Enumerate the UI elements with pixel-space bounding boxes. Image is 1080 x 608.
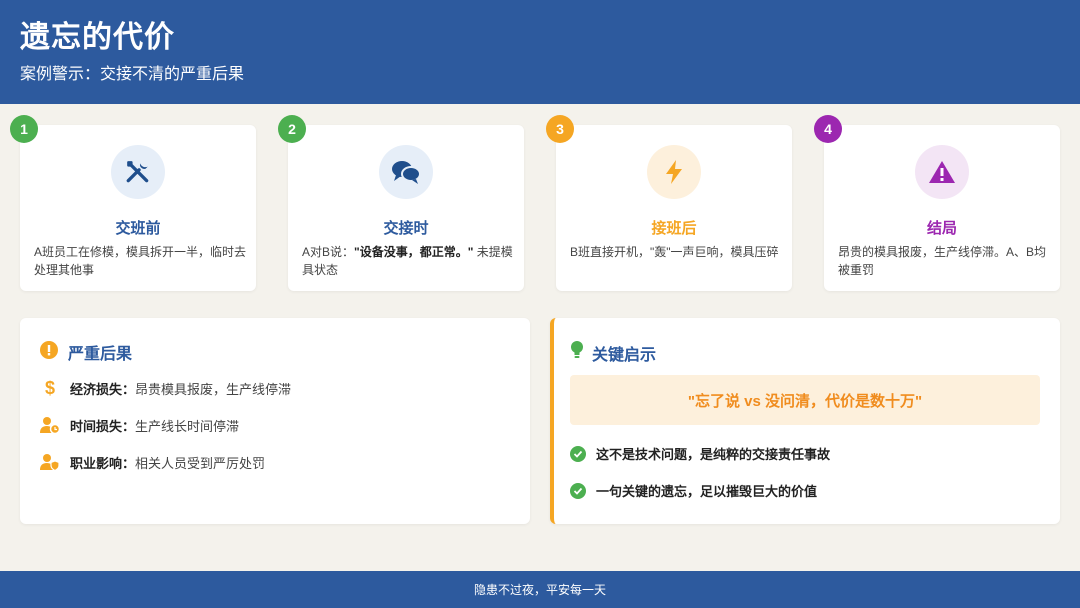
consequence-item: 时间损失： 生产线长时间停滞 bbox=[40, 415, 239, 435]
consequences-title: 严重后果 bbox=[68, 346, 133, 363]
consequences-panel: 严重后果 $ 经济损失： 昂贵模具报废，生产线停滞 时间损失： 生产线长时间停滞 bbox=[20, 318, 530, 524]
step-description: A班员工在修模，模具拆开一半，临时去处理其他事 bbox=[34, 245, 247, 277]
step-number-badge: 2 bbox=[278, 115, 306, 143]
desc-quote: "设备没事，都正常。" bbox=[354, 245, 474, 259]
consequences-header: 严重后果 bbox=[40, 340, 132, 364]
timeline-steps: 1 交班前 A班员工在修模，模具拆开一半，临时去处理其他事 2 交接时 A对B说… bbox=[10, 115, 1060, 291]
tools-icon bbox=[111, 145, 165, 199]
page-title: 遗忘的代价 bbox=[20, 21, 175, 54]
step-description: A对B说："设备没事，都正常。" 未提模具状态 bbox=[302, 243, 514, 279]
user-shield-icon bbox=[40, 452, 60, 472]
step-description: 昂贵的模具报废，生产线停滞。A、B均被重罚 bbox=[838, 245, 1047, 277]
exclamation-circle-icon bbox=[40, 340, 58, 364]
step-number-badge: 4 bbox=[814, 115, 842, 143]
step-title: 交接时 bbox=[383, 220, 429, 237]
insights-header: 关键启示 bbox=[570, 340, 656, 365]
consequence-item: 职业影响： 相关人员受到严厉处罚 bbox=[40, 452, 265, 472]
warning-icon bbox=[915, 145, 969, 199]
insight-text: 一句关键的遗忘，足以摧毁巨大的价值 bbox=[596, 484, 818, 499]
page-subtitle: 案例警示：交接不清的严重后果 bbox=[20, 66, 245, 83]
consequence-text: 生产线长时间停滞 bbox=[135, 418, 240, 434]
user-clock-icon bbox=[40, 415, 60, 435]
header-banner: 遗忘的代价 案例警示：交接不清的严重后果 bbox=[0, 0, 1080, 104]
consequence-label: 时间损失： bbox=[70, 418, 136, 434]
lightbulb-icon bbox=[570, 340, 584, 365]
insight-item: 一句关键的遗忘，足以摧毁巨大的价值 bbox=[570, 481, 817, 500]
consequence-label: 经济损失： bbox=[70, 381, 136, 397]
desc-text: A对B说： bbox=[302, 245, 355, 259]
step-card-1: 1 交班前 A班员工在修模，模具拆开一半，临时去处理其他事 bbox=[10, 115, 256, 291]
step-card-3: 3 接班后 B班直接开机，"轰"一声巨响，模具压碎 bbox=[546, 115, 792, 291]
step-number-badge: 1 bbox=[10, 115, 38, 143]
insight-item: 这不是技术问题，是纯粹的交接责任事故 bbox=[570, 444, 830, 463]
step-description: B班直接开机，"轰"一声巨响，模具压碎 bbox=[570, 245, 779, 259]
footer-slogan: 隐患不过夜，平安每一天 bbox=[473, 583, 606, 597]
chat-bubbles-icon bbox=[379, 145, 433, 199]
footer-banner: 隐患不过夜，平安每一天 bbox=[0, 571, 1080, 608]
lightning-icon bbox=[647, 145, 701, 199]
key-quote: "忘了说 vs 没问清，代价是数十万" bbox=[570, 375, 1040, 425]
insights-title: 关键启示 bbox=[592, 346, 657, 364]
insights-panel: 关键启示 "忘了说 vs 没问清，代价是数十万" 这不是技术问题，是纯粹的交接责… bbox=[550, 318, 1060, 524]
insight-text: 这不是技术问题，是纯粹的交接责任事故 bbox=[596, 447, 831, 462]
consequence-item: $ 经济损失： 昂贵模具报废，生产线停滞 bbox=[40, 378, 291, 398]
check-circle-icon bbox=[570, 482, 586, 499]
step-title: 交班前 bbox=[115, 220, 161, 237]
step-number-badge: 3 bbox=[546, 115, 574, 143]
step-title: 结局 bbox=[926, 220, 957, 237]
consequence-text: 昂贵模具报废，生产线停滞 bbox=[135, 381, 292, 397]
check-circle-icon bbox=[570, 445, 586, 462]
step-card-4: 4 结局 昂贵的模具报废，生产线停滞。A、B均被重罚 bbox=[814, 115, 1060, 291]
step-title: 接班后 bbox=[651, 220, 697, 237]
dollar-icon: $ bbox=[40, 378, 60, 398]
svg-text:$: $ bbox=[45, 378, 55, 398]
consequence-label: 职业影响： bbox=[70, 455, 136, 471]
step-card-2: 2 交接时 A对B说："设备没事，都正常。" 未提模具状态 bbox=[278, 115, 524, 291]
consequence-text: 相关人员受到严厉处罚 bbox=[135, 455, 266, 471]
